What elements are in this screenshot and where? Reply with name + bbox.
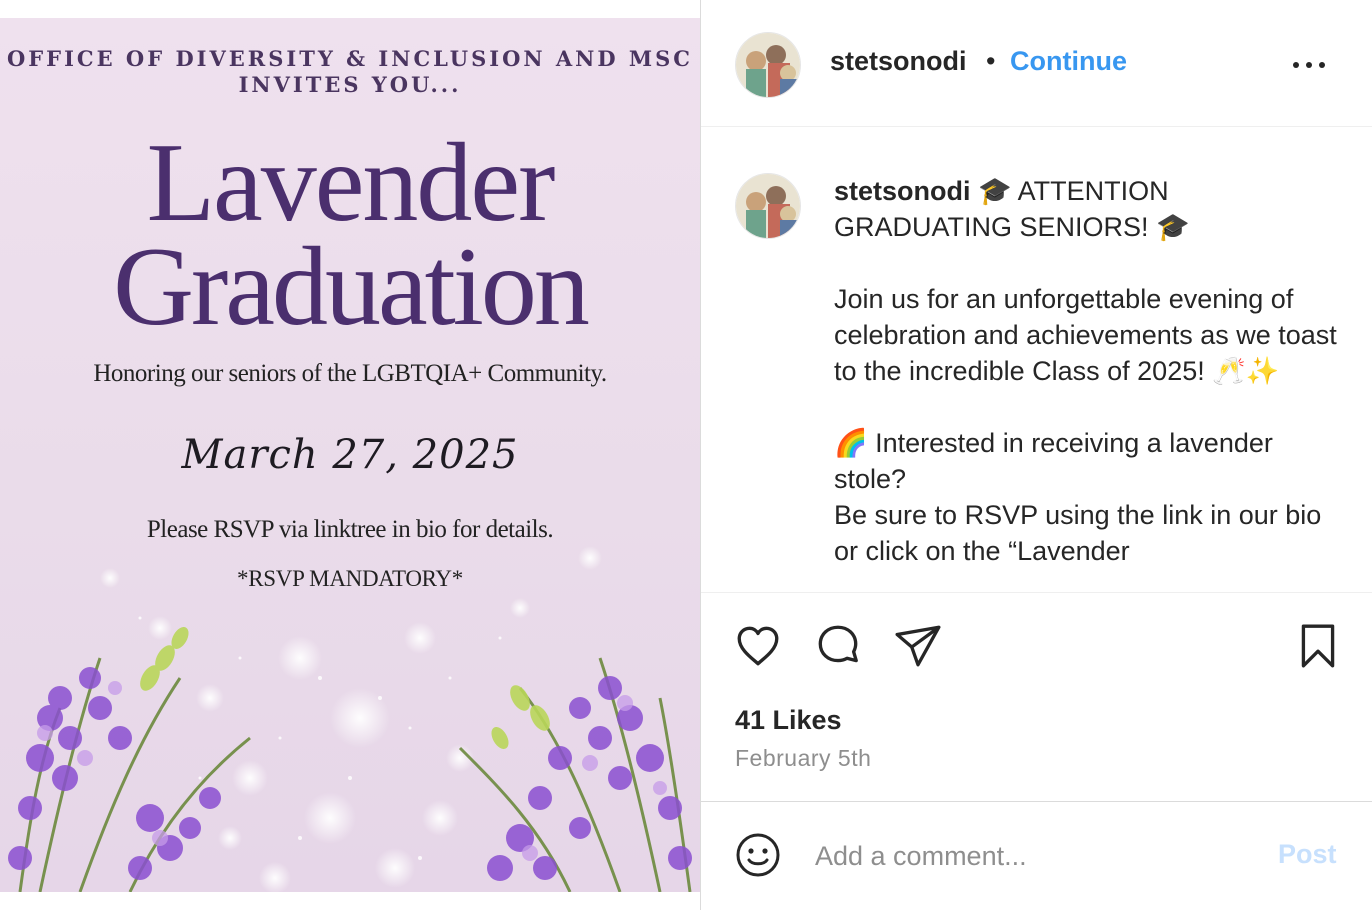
flyer-header-line1: OFFICE OF DIVERSITY & INCLUSION AND MSC <box>6 46 694 71</box>
paper-plane-icon[interactable] <box>893 621 943 671</box>
flyer-header-line2: INVITES YOU... <box>238 72 462 97</box>
post-date[interactable]: February 5th <box>735 745 871 772</box>
flyer-rsvp-text: Please RSVP via linktree in bio for deta… <box>146 516 554 543</box>
caption-paragraph-2: Join us for an unforgettable evening of … <box>834 284 1337 386</box>
smiley-icon[interactable] <box>734 831 782 879</box>
caption-paragraph-3b: Be sure to RSVP using the link in our bi… <box>834 500 1322 566</box>
flyer-honoring-text: Honoring our seniors of the LGBTQIA+ Com… <box>93 360 607 387</box>
caption-scroll-area[interactable]: stetsonodi 🎓 ATTENTION GRADUATING SENIOR… <box>701 127 1372 591</box>
more-dots-icon[interactable] <box>1291 44 1331 84</box>
post-side-panel: stetsonodi • Continue stetsonodi 🎓 ATTEN… <box>701 0 1372 910</box>
flyer-rsvp-mandatory: *RSVP MANDATORY* <box>237 566 463 591</box>
post-header: stetsonodi • Continue <box>701 0 1372 127</box>
comment-bar: Post <box>701 801 1372 910</box>
avatar[interactable] <box>735 32 801 98</box>
continue-button[interactable]: Continue <box>1010 46 1127 77</box>
bookmark-icon[interactable] <box>1293 621 1343 671</box>
caption-username[interactable]: stetsonodi <box>834 176 971 206</box>
flyer-organizer-heading: OFFICE OF DIVERSITY & INCLUSION AND MSC … <box>0 46 700 98</box>
likes-count[interactable]: 41 Likes <box>735 705 842 736</box>
avatar-image <box>736 174 800 238</box>
post-actions-section: 41 Likes February 5th <box>701 592 1372 802</box>
post-image[interactable]: OFFICE OF DIVERSITY & INCLUSION AND MSC … <box>0 18 700 892</box>
post-comment-button[interactable]: Post <box>1278 839 1337 870</box>
post-caption: stetsonodi 🎓 ATTENTION GRADUATING SENIOR… <box>834 173 1344 569</box>
caption-paragraph-3a: 🌈 Interested in receiving a lavender sto… <box>834 428 1273 494</box>
flyer-event-date: March 27, 2025 <box>181 432 519 478</box>
header-separator-dot: • <box>986 46 996 76</box>
avatar-image <box>736 33 800 97</box>
avatar[interactable] <box>735 173 801 239</box>
heart-icon[interactable] <box>733 621 783 671</box>
comment-input[interactable] <box>813 835 1257 877</box>
comment-bubble-icon[interactable] <box>813 621 863 671</box>
flyer-title-line2: Graduation <box>113 225 590 349</box>
post-author-username[interactable]: stetsonodi <box>830 46 967 77</box>
